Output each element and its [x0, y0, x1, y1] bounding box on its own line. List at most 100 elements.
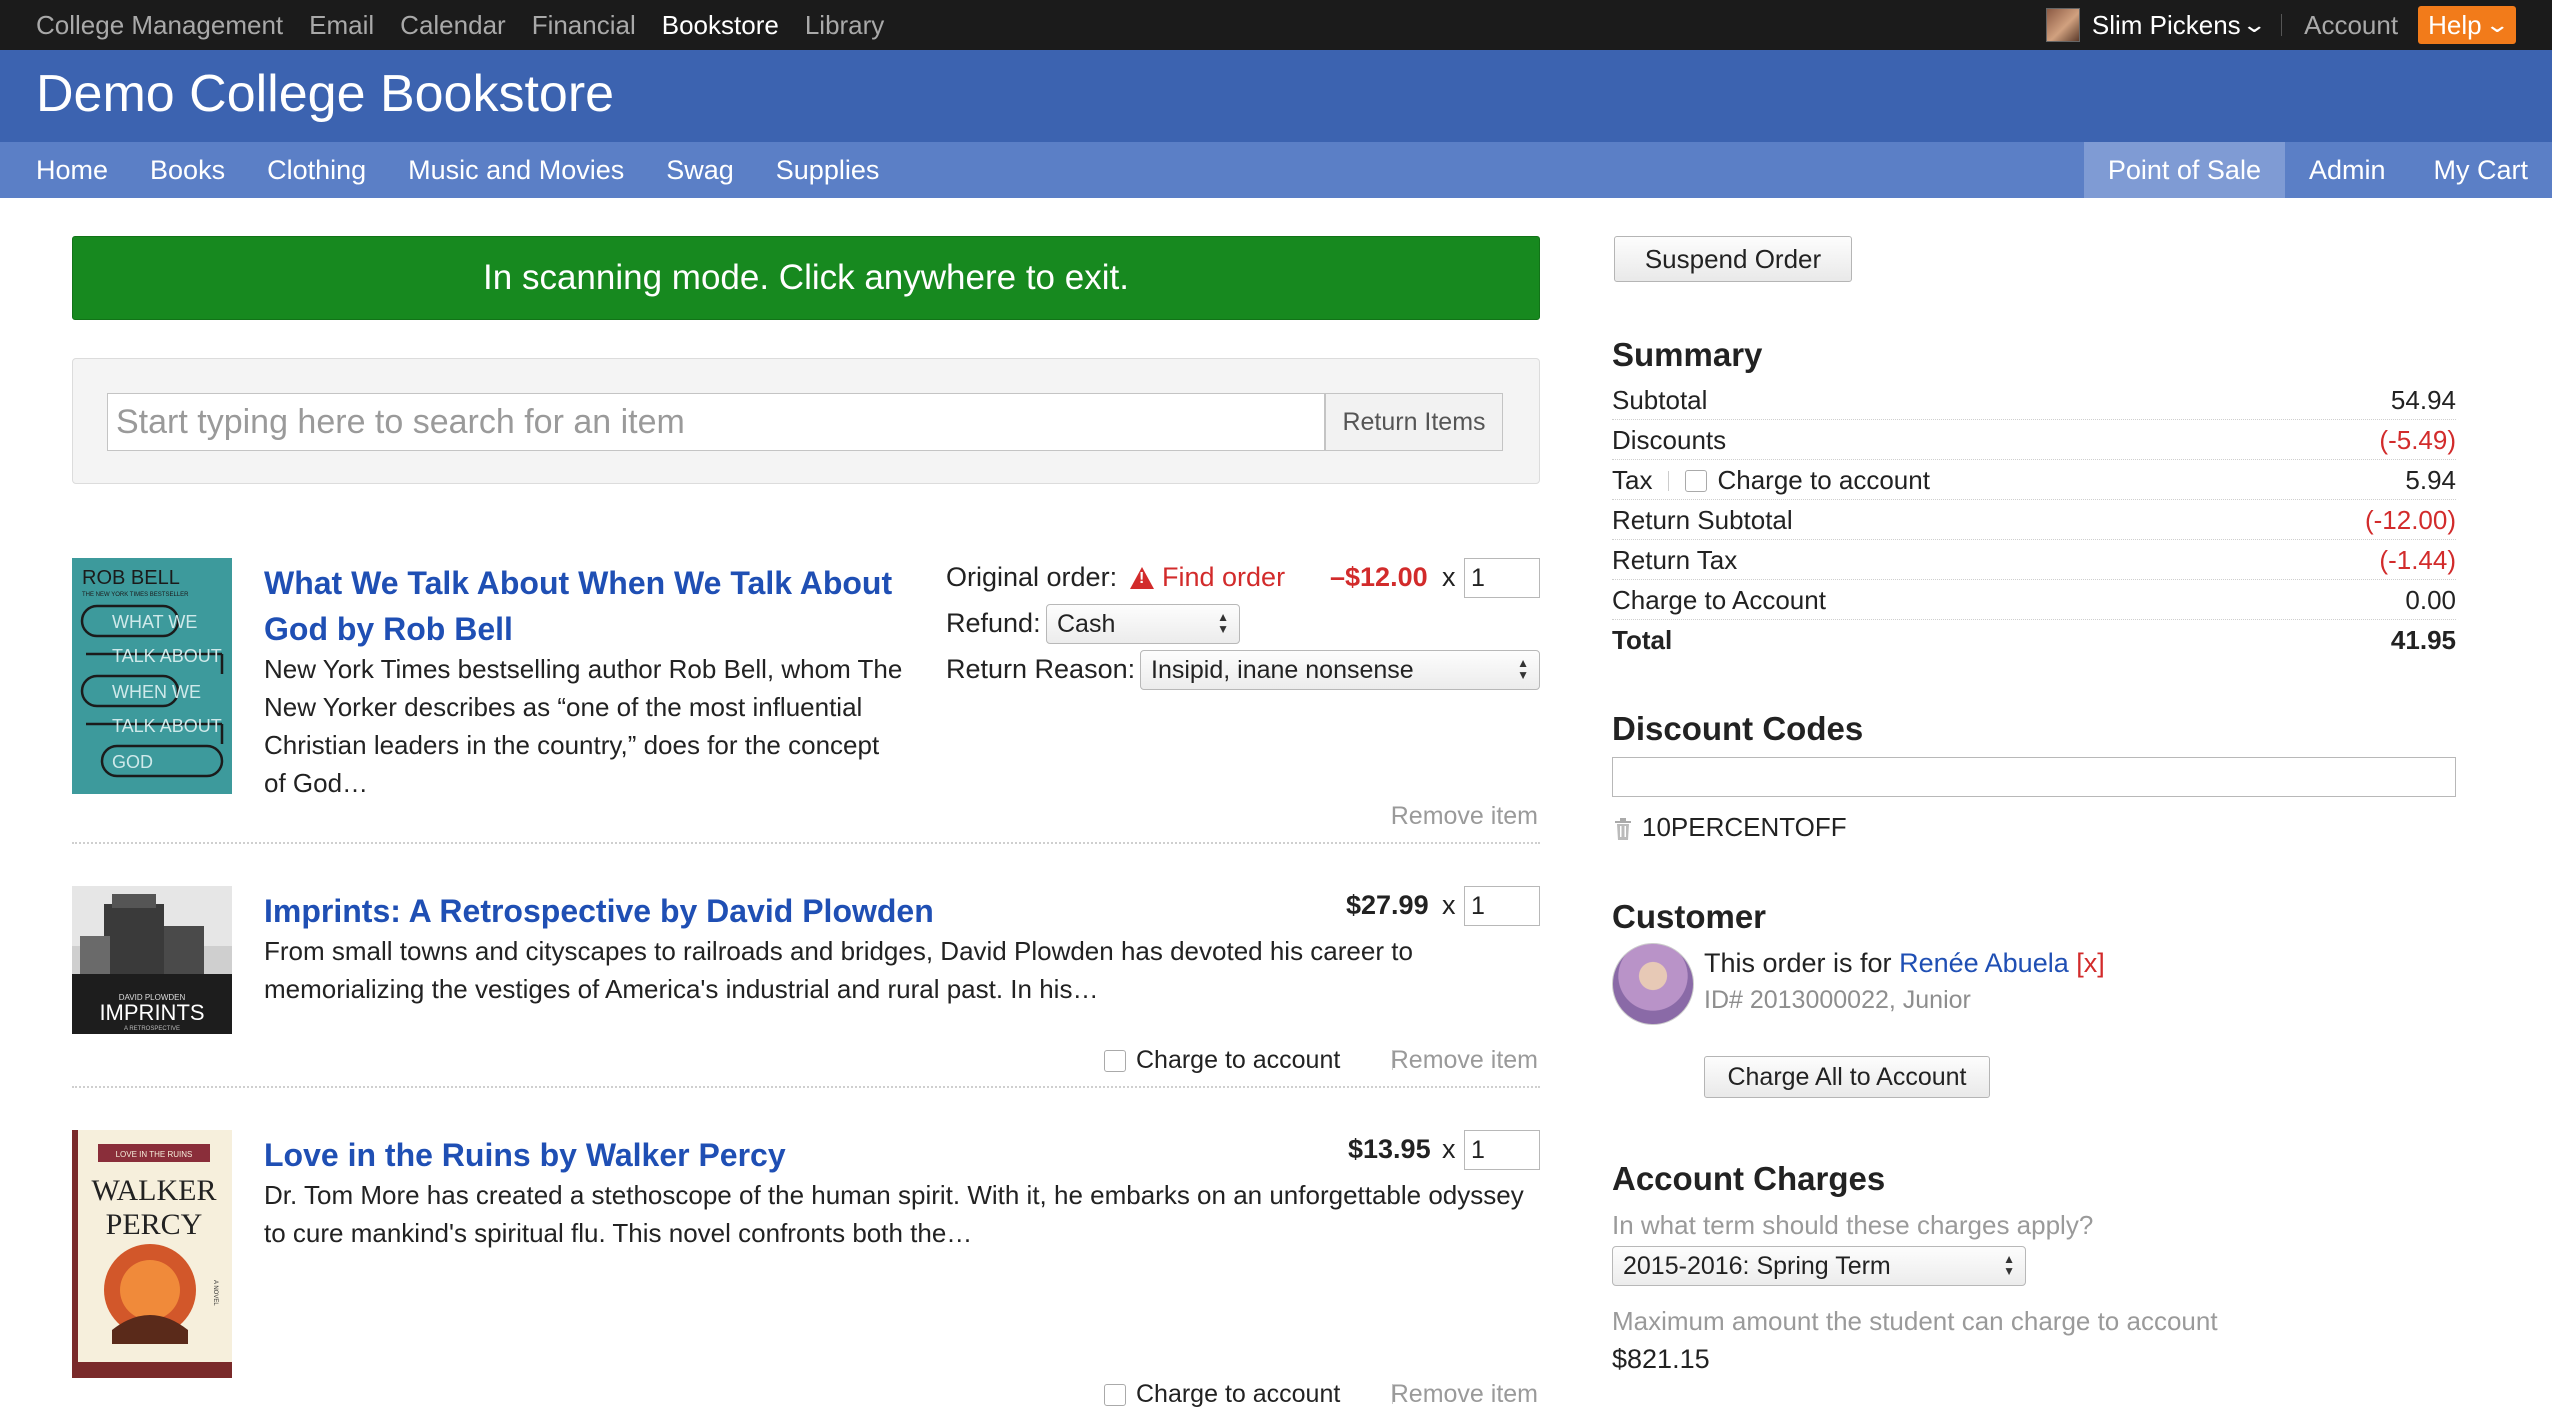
return-reason-label: Return Reason:	[946, 654, 1136, 684]
item-title-link[interactable]: What We Talk About When We Talk About Go…	[264, 560, 904, 652]
cover-tagline: THE NEW YORK TIMES BESTSELLER	[82, 592, 189, 598]
nav-music-and-movies[interactable]: Music and Movies	[408, 155, 624, 186]
charge-to-account-toggle[interactable]: Charge to account	[1104, 1046, 1340, 1075]
cart-item: ROB BELL THE NEW YORK TIMES BESTSELLER W…	[72, 558, 1540, 844]
book-cover-image[interactable]: LOVE IN THE RUINS WALKER PERCY A NOVEL	[72, 1130, 232, 1378]
cover-subtitle: A RETROSPECTIVE	[124, 1026, 180, 1032]
item-search-panel: Return Items	[72, 358, 1540, 484]
chevron-down-icon: ⌄	[2483, 12, 2510, 37]
term-select[interactable]: 2015-2016: Spring Term ▲ ▼	[1612, 1246, 2026, 1286]
customer-avatar	[1612, 943, 1694, 1025]
account-link[interactable]: Account	[2304, 10, 2398, 41]
max-charge-label: Maximum amount the student can charge to…	[1612, 1306, 2218, 1336]
site-header: Demo College Bookstore	[0, 50, 2552, 142]
user-avatar[interactable]	[2045, 8, 2080, 42]
customer-name-link[interactable]: Renée Abuela	[1899, 948, 2069, 978]
app-link-bookstore[interactable]: Bookstore	[662, 10, 779, 41]
return-items-button[interactable]: Return Items	[1325, 393, 1503, 451]
book-cover-image[interactable]: DAVID PLOWDEN IMPRINTS A RETROSPECTIVE	[72, 886, 232, 1034]
select-arrows-icon: ▲ ▼	[2003, 1252, 2015, 1278]
tax-charge-to-account-checkbox[interactable]	[1685, 469, 1708, 492]
refund-method-value: Cash	[1057, 609, 1116, 638]
user-menu[interactable]: Slim Pickens	[2092, 10, 2241, 41]
return-reason-select[interactable]: Insipid, inane nonsense ▲ ▼	[1140, 650, 1540, 690]
charge-to-account-toggle[interactable]: Charge to account	[1104, 1380, 1340, 1409]
quantity-input[interactable]	[1464, 558, 1540, 598]
cover-tag: A NOVEL	[212, 1280, 218, 1306]
nav-books[interactable]: Books	[150, 155, 225, 186]
summary-row-subtotal: Subtotal 54.94	[1612, 380, 2456, 420]
quantity-multiplier: x	[1442, 562, 1456, 592]
cover-author-last: PERCY	[106, 1208, 203, 1241]
cart-item: DAVID PLOWDEN IMPRINTS A RETROSPECTIVE I…	[72, 886, 1540, 1088]
help-button[interactable]: Help ⌄	[2418, 6, 2516, 44]
customer-heading: Customer	[1612, 898, 1767, 935]
customer-prefix: This order is for	[1704, 948, 1892, 978]
remove-customer-link[interactable]: [x]	[2076, 948, 2105, 978]
find-order-label: Find order	[1162, 562, 1286, 592]
summary-label: Return Subtotal	[1612, 505, 1793, 535]
summary-label: Total	[1612, 625, 1673, 655]
nav-clothing[interactable]: Clothing	[267, 155, 366, 186]
account-charges-heading: Account Charges	[1612, 1160, 1886, 1197]
charge-all-to-account-button[interactable]: Charge All to Account	[1704, 1056, 1990, 1098]
summary-label: Return Tax	[1612, 545, 1738, 575]
quantity-input[interactable]	[1464, 886, 1540, 926]
charge-to-account-label: Charge to account	[1136, 1046, 1341, 1074]
help-label: Help	[2428, 9, 2482, 40]
discount-code-input[interactable]	[1612, 757, 2456, 797]
warning-icon	[1130, 566, 1154, 589]
charge-to-account-checkbox[interactable]	[1104, 1383, 1126, 1406]
charge-to-account-checkbox[interactable]	[1104, 1049, 1126, 1072]
scanning-mode-banner[interactable]: In scanning mode. Click anywhere to exit…	[72, 236, 1540, 320]
app-switcher: College Management Email Calendar Financ…	[36, 0, 910, 50]
refund-method-select[interactable]: Cash ▲ ▼	[1046, 604, 1240, 644]
return-reason-value: Insipid, inane nonsense	[1151, 655, 1414, 684]
trash-icon[interactable]	[1614, 818, 1632, 840]
nav-point-of-sale[interactable]: Point of Sale	[2083, 142, 2285, 198]
find-order-link[interactable]: Find order	[1130, 562, 1285, 593]
app-link-financial[interactable]: Financial	[532, 10, 636, 41]
divider	[1668, 470, 1670, 491]
item-price: $13.95	[1348, 1134, 1431, 1164]
quantity-input[interactable]	[1464, 1130, 1540, 1170]
nav-home[interactable]: Home	[36, 155, 108, 186]
app-link-email[interactable]: Email	[309, 10, 374, 41]
summary-value: (-1.44)	[2379, 545, 2456, 575]
cover-word: WHEN WE	[112, 682, 201, 702]
book-cover-image[interactable]: ROB BELL THE NEW YORK TIMES BESTSELLER W…	[72, 558, 232, 794]
nav-admin[interactable]: Admin	[2285, 142, 2410, 198]
item-separator	[72, 1086, 1540, 1088]
nav-swag[interactable]: Swag	[666, 155, 734, 186]
remove-item-link[interactable]: Remove item	[1391, 1046, 1538, 1075]
summary-row-total: Total 41.95	[1612, 620, 2456, 660]
nav-supplies[interactable]: Supplies	[776, 155, 880, 186]
select-arrows-icon: ▲ ▼	[1517, 656, 1529, 682]
site-title[interactable]: Demo College Bookstore	[36, 64, 614, 124]
summary-row-tax: Tax Charge to account 5.94	[1612, 460, 2456, 500]
app-link-calendar[interactable]: Calendar	[400, 10, 506, 41]
item-description: From small towns and cityscapes to railr…	[264, 936, 1413, 1004]
nav-my-cart[interactable]: My Cart	[2410, 142, 2552, 198]
customer-id: ID# 2013000022, Junior	[1704, 986, 1971, 1014]
summary-value: (-5.49)	[2379, 425, 2456, 455]
applied-discount-code: 10PERCENTOFF	[1642, 812, 1847, 842]
app-link-college-management[interactable]: College Management	[36, 10, 283, 41]
quantity-multiplier: x	[1442, 1134, 1456, 1164]
item-search-input[interactable]	[107, 393, 1325, 451]
remove-item-link[interactable]: Remove item	[1391, 802, 1538, 831]
summary-value: 41.95	[2390, 625, 2456, 655]
cover-word: TALK ABOUT	[112, 646, 222, 666]
discount-codes-heading: Discount Codes	[1612, 710, 1864, 747]
cover-word: WHAT WE	[112, 612, 197, 632]
suspend-order-button[interactable]: Suspend Order	[1614, 236, 1852, 282]
remove-item-link[interactable]: Remove item	[1391, 1380, 1538, 1409]
item-title-link[interactable]: Love in the Ruins by Walker Percy	[264, 1132, 1264, 1178]
tax-charge-to-account-label: Charge to account	[1717, 465, 1930, 495]
divider	[2281, 14, 2283, 36]
item-title-link[interactable]: Imprints: A Retrospective by David Plowd…	[264, 888, 1264, 934]
chevron-down-icon[interactable]: ⌄	[2241, 12, 2267, 38]
item-separator	[72, 842, 1540, 844]
summary-label: Discounts	[1612, 425, 1727, 455]
app-link-library[interactable]: Library	[805, 10, 884, 41]
